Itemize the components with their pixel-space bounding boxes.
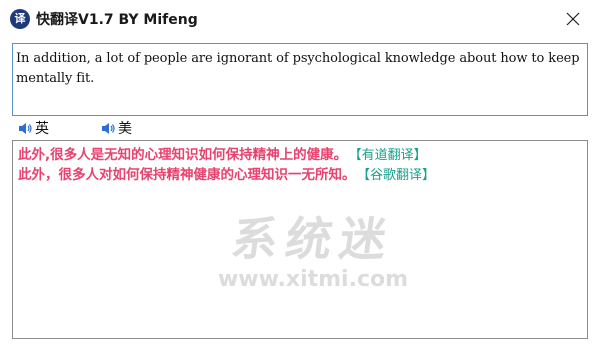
translation-source-tag: 【谷歌翻译】: [363, 168, 436, 183]
close-button[interactable]: [546, 0, 600, 38]
speak-uk-label: 英: [35, 121, 49, 137]
translation-result-youdao: 此外,很多人是无知的心理知识如何保持精神上的健康。 【有道翻译】: [18, 143, 427, 163]
watermark-logo-text: 系统迷: [228, 212, 398, 266]
translation-source-tag: 【有道翻译】: [355, 148, 427, 163]
translation-text: 此外,很多人是无知的心理知识如何保持精神上的健康。: [18, 147, 348, 163]
source-text-input[interactable]: In addition, a lot of people are ignoran…: [12, 43, 588, 116]
translation-result-box[interactable]: 此外,很多人是无知的心理知识如何保持精神上的健康。 【有道翻译】 此外，很多人对如…: [12, 140, 588, 339]
speaker-icon: [19, 122, 32, 134]
translation-text: 此外，很多人对如何保持精神健康的心理知识一无所知。: [18, 167, 356, 183]
watermark: 系统迷 www.xitmi.com: [203, 211, 423, 311]
translation-result-google: 此外，很多人对如何保持精神健康的心理知识一无所知。 【谷歌翻译】: [18, 163, 435, 183]
window-title: 快翻译V1.7 BY Mifeng: [36, 12, 198, 28]
close-icon: [566, 12, 580, 26]
speak-uk-button[interactable]: 英: [18, 119, 49, 137]
watermark-url: www.xitmi.com: [217, 267, 409, 292]
speak-us-label: 美: [118, 121, 132, 137]
app-logo-icon: 译: [10, 9, 30, 29]
title-bar[interactable]: 译 快翻译V1.7 BY Mifeng: [0, 0, 600, 38]
speaker-icon: [102, 122, 115, 134]
speak-us-button[interactable]: 美: [101, 119, 132, 137]
app-window: 译 快翻译V1.7 BY Mifeng In addition, a lot o…: [0, 0, 600, 350]
